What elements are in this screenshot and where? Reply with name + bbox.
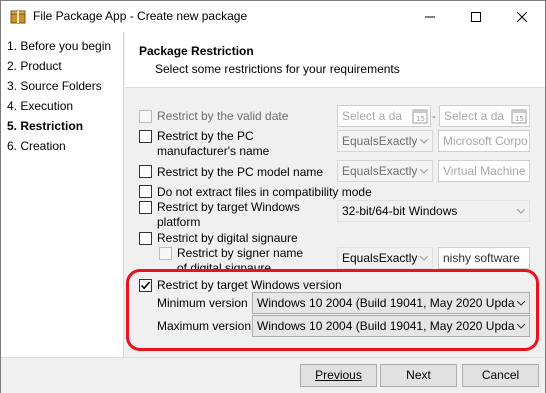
platform-select[interactable]: 32-bit/64-bit Windows <box>337 200 530 222</box>
highlight-annotation <box>126 269 539 351</box>
minimize-button[interactable] <box>407 1 453 32</box>
date-separator: - <box>432 109 436 123</box>
signer-operator-value: EqualsExactly <box>342 251 418 265</box>
calendar-icon[interactable]: 15 <box>412 108 428 124</box>
close-button[interactable] <box>499 1 545 32</box>
manufacturer-label-line2: manufacturer's name <box>157 144 270 158</box>
manufacturer-operator-value: EqualsExactly <box>342 134 418 148</box>
platform-checkbox[interactable] <box>139 201 152 214</box>
signer-operator-select[interactable]: EqualsExactly <box>337 247 433 269</box>
compat-mode-label: Do not extract files in compatibility mo… <box>157 185 372 199</box>
svg-text:15: 15 <box>515 115 524 123</box>
signer-value: nishy software <box>443 251 520 265</box>
next-button[interactable]: Next <box>380 364 457 387</box>
page-subtitle: Select some restrictions for your requir… <box>155 62 400 76</box>
page-header: Package Restriction Select some restrict… <box>125 32 545 88</box>
step-execution[interactable]: 4. Execution <box>7 99 73 113</box>
platform-label-line1: Restrict by target Windows <box>157 200 300 214</box>
previous-button[interactable]: Previous <box>300 364 377 387</box>
manufacturer-operator-select[interactable]: EqualsExactly <box>337 130 433 152</box>
manufacturer-value-placeholder: Microsoft Corpo <box>443 134 528 148</box>
step-before-you-begin[interactable]: 1. Before you begin <box>7 39 111 53</box>
manufacturer-value-field[interactable]: Microsoft Corpo <box>438 130 530 152</box>
cancel-button-label: Cancel <box>481 368 520 382</box>
svg-text:15: 15 <box>416 115 425 123</box>
signer-label-line1: Restrict by signer name <box>177 246 304 260</box>
step-source-folders[interactable]: 3. Source Folders <box>7 79 102 93</box>
valid-date-to-placeholder: Select a da <box>444 109 505 123</box>
manufacturer-checkbox[interactable] <box>139 130 152 143</box>
calendar-icon[interactable]: 15 <box>511 108 527 124</box>
next-button-label: Next <box>406 368 431 382</box>
valid-date-label: Restrict by the valid date <box>157 109 289 123</box>
previous-button-label: Previous <box>315 368 362 382</box>
step-creation[interactable]: 6. Creation <box>7 139 66 153</box>
maximize-icon <box>471 11 481 22</box>
valid-date-to-field[interactable]: Select a da 15 <box>439 105 530 127</box>
step-restriction[interactable]: 5. Restriction <box>7 119 83 133</box>
maximize-button[interactable] <box>453 1 499 32</box>
cancel-button[interactable]: Cancel <box>462 364 539 387</box>
model-value-field[interactable]: Virtual Machine <box>438 160 530 182</box>
step-product[interactable]: 2. Product <box>7 59 62 73</box>
manufacturer-label-line1: Restrict by the PC <box>157 129 254 143</box>
platform-value: 32-bit/64-bit Windows <box>342 204 458 218</box>
compat-mode-checkbox[interactable] <box>139 185 152 198</box>
minimize-icon <box>425 16 435 17</box>
model-value-placeholder: Virtual Machine <box>443 164 526 178</box>
signature-label: Restrict by digital signaure <box>157 231 298 245</box>
chevron-down-icon <box>420 256 428 261</box>
title-bar: File Package App - Create new package <box>1 1 545 32</box>
chevron-down-icon <box>420 169 428 174</box>
model-operator-value: EqualsExactly <box>342 164 418 178</box>
chevron-down-icon <box>517 209 525 214</box>
page-title: Package Restriction <box>139 44 254 58</box>
valid-date-from-placeholder: Select a da <box>342 109 403 123</box>
valid-date-checkbox[interactable] <box>139 110 152 123</box>
model-checkbox[interactable] <box>139 165 152 178</box>
signer-value-field[interactable]: nishy software <box>438 247 530 269</box>
signer-checkbox[interactable] <box>159 247 172 260</box>
package-icon <box>10 9 26 24</box>
platform-label-line2: platform <box>157 215 201 229</box>
chevron-down-icon <box>420 139 428 144</box>
close-icon <box>517 11 527 22</box>
model-label: Restrict by the PC model name <box>157 165 324 179</box>
app-window: File Package App - Create new package 1.… <box>0 0 546 393</box>
window-title: File Package App - Create new package <box>33 9 248 23</box>
steps-sidebar: 1. Before you begin 2. Product 3. Source… <box>1 32 124 357</box>
signature-checkbox[interactable] <box>139 232 152 245</box>
model-operator-select[interactable]: EqualsExactly <box>337 160 433 182</box>
valid-date-from-field[interactable]: Select a da 15 <box>337 105 431 127</box>
